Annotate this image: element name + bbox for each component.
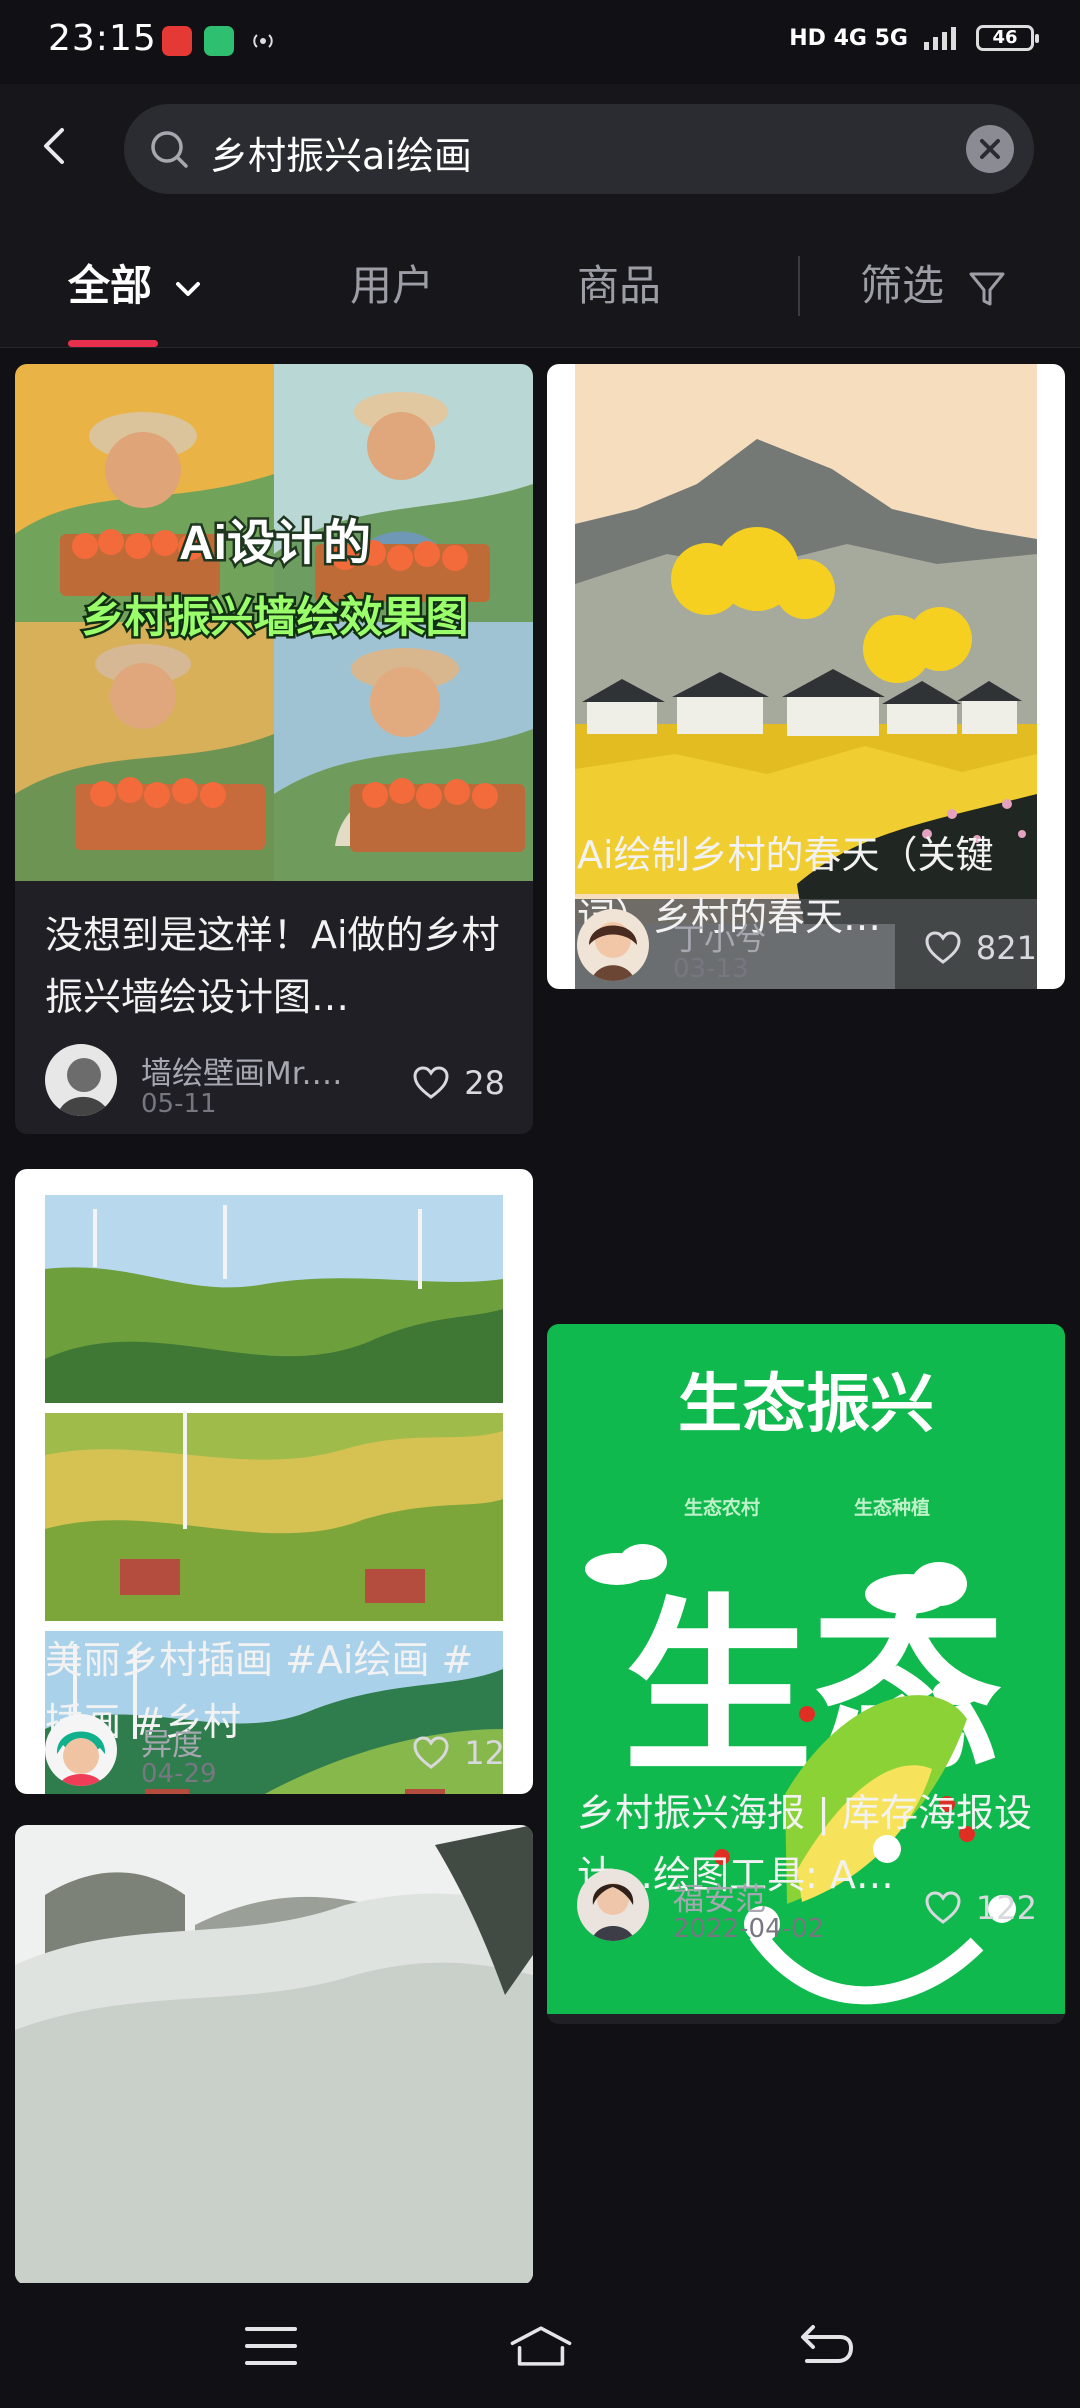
author-name[interactable]: 福安范 [673,1874,766,1919]
farmers-mural-image: Ai设计的 乡村振兴墙绘效果图 [15,364,533,881]
like-count: 821 [975,929,1037,967]
back-nav-icon[interactable] [795,2321,857,2371]
result-card-poster[interactable]: 生态振兴 生态农村 生态种植 生态 乡村振兴海报 | 库存海报设计…绘图工具: … [547,1324,1065,2024]
author-name[interactable]: 异度 [141,1719,203,1764]
tab-all-label: 全部 [68,261,153,310]
search-input[interactable]: 乡村振兴ai绘画 [124,104,1034,194]
search-query: 乡村振兴ai绘画 [210,134,472,178]
poster-label-left: 生态农村 [684,1496,760,1519]
search-tabs: 全部 用户 商品 筛选 [0,214,1080,348]
post-date: 05-11 [141,1089,217,1119]
post-date: 04-29 [141,1759,217,1789]
like-count: 12 [464,1734,505,1772]
result-card-wall-painting[interactable]: Ai设计的 乡村振兴墙绘效果图 没想到是这样！Ai做的乡村振兴墙绘设计图… 墙绘… [15,364,533,1134]
post-date: 2022-04-02 [673,1914,825,1944]
avatar[interactable] [577,1869,649,1941]
tab-users[interactable]: 用户 [350,252,434,313]
author-name[interactable]: 墙绘壁画Mr.… [141,1048,343,1093]
search-icon [151,131,188,168]
poster-label-right: 生态种植 [854,1496,930,1519]
like-count: 122 [975,1889,1037,1927]
chevron-down-icon [175,281,200,296]
home-icon[interactable] [503,2321,579,2371]
image-title-line-2: 乡村振兴墙绘效果图 [82,594,469,642]
filter-label: 筛选 [860,261,945,310]
menu-icon[interactable] [240,2321,302,2371]
like-button[interactable]: 28 [412,1064,505,1102]
filter-button[interactable]: 筛选 [860,252,1009,313]
battery-level: 46 [992,27,1018,48]
results-feed: Ai设计的 乡村振兴墙绘效果图 没想到是这样！Ai做的乡村振兴墙绘设计图… 墙绘… [0,349,1080,2283]
post-date: 03-13 [673,954,749,984]
result-card-partial[interactable] [15,1825,533,2283]
battery-icon: 46 [976,25,1039,51]
active-tab-indicator [68,340,158,347]
heart-icon [925,1891,961,1924]
notification-app-icon-red [162,26,192,56]
author-name[interactable]: 丁小兮 [673,914,766,959]
like-button[interactable]: 821 [924,929,1037,967]
avatar[interactable] [577,909,649,981]
tab-products[interactable]: 商品 [577,252,661,313]
notification-app-icon-green [204,26,234,56]
back-icon[interactable] [28,118,84,174]
misty-landscape-image [15,1825,533,2283]
tab-divider [798,256,800,316]
tab-all[interactable]: 全部 [68,252,205,313]
search-header: 乡村振兴ai绘画 [0,84,1080,214]
image-title-line-1: Ai设计的 [179,517,371,570]
heart-icon [413,1066,449,1099]
filter-icon [969,272,1005,305]
network-label: HD 4G 5G [789,25,908,51]
avatar[interactable] [45,1714,117,1786]
status-right: HD 4G 5G 46 [789,24,1039,52]
like-count: 28 [464,1064,505,1102]
card-title: 乡村振兴海报 | 库存海报设计…绘图工具: A… [577,1791,1032,1897]
result-card-spring-village[interactable]: Ai绘制乡村的春天（关键词）乡村的春天… 丁小兮 03-13 821 [547,364,1065,989]
card-title: 没想到是这样！Ai做的乡村振兴墙绘设计图… [45,913,500,1019]
result-card-village-illustration[interactable]: 美丽乡村插画 #Ai绘画 #插画 #乡村 异度 04-29 12 [15,1169,533,1794]
like-button[interactable]: 122 [924,1889,1037,1927]
like-button[interactable]: 12 [412,1734,505,1772]
status-time: 23:15 [48,18,157,59]
heart-icon [925,931,961,964]
heart-icon [413,1736,449,1769]
close-icon[interactable] [966,125,1014,173]
system-navigation-bar [0,2283,1080,2408]
avatar[interactable] [45,1044,117,1116]
signal-icon [924,27,956,50]
status-bar: 23:15 HD 4G 5G 46 [0,0,1080,84]
poster-title: 生态振兴 [678,1367,934,1442]
hotspot-icon [253,34,273,48]
